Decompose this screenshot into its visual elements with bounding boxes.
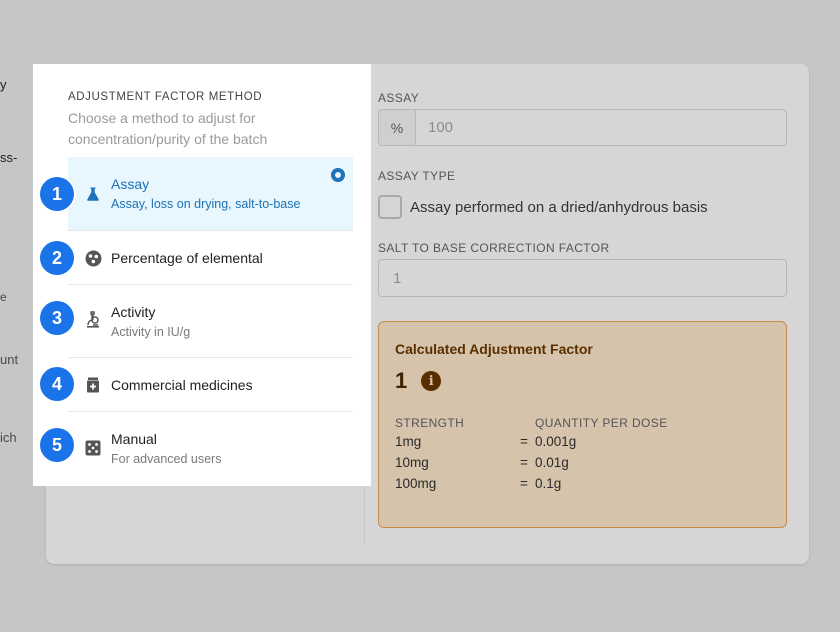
anhydrous-basis-label[interactable]: Assay performed on a dried/anhydrous bas… [410,199,708,216]
method-option-percentage-elemental[interactable]: Percentage of elemental [68,231,353,285]
method-option-commercial-medicines[interactable]: Commercial medicines [68,358,353,412]
table-row: 10mg = 0.01g [395,455,775,473]
assay-label: ASSAY [378,91,420,105]
popup-subtitle: Choose a method to adjust for concentrat… [68,110,268,147]
assay-type-checkbox-row[interactable]: Assay performed on a dried/anhydrous bas… [378,195,708,219]
method-option-manual[interactable]: Manual For advanced users [68,412,353,480]
molecule-icon [83,248,103,268]
calculated-factor-title: Calculated Adjustment Factor [395,341,593,357]
method-option-activity[interactable]: Activity Activity in IU/g [68,285,353,358]
quantity-cell: 0.01g [535,455,569,470]
background-text-fragment: unt [0,352,19,367]
strength-cell: 1mg [395,434,422,449]
background-text-fragment: y [0,77,7,92]
equals-cell: = [520,434,528,449]
quantity-cell: 0.001g [535,434,577,449]
background-text-fragment: ss- [0,150,18,165]
medicine-icon [83,375,103,395]
method-option-description: Activity in IU/g [111,325,191,339]
method-option-label: Commercial medicines [111,377,253,393]
salt-to-base-input[interactable]: 1 [378,259,787,297]
assay-type-label: ASSAY TYPE [378,169,456,183]
method-option-description: Assay, loss on drying, salt-to-base [111,197,301,211]
method-option-label: Activity [111,304,156,320]
strength-cell: 100mg [395,476,437,491]
table-row: 1mg = 0.001g [395,434,775,452]
step-badge-5: 5 [40,428,74,462]
anhydrous-basis-checkbox[interactable] [378,195,402,219]
flask-icon [83,184,103,204]
method-option-label: Percentage of elemental [111,250,263,266]
step-badge-1: 1 [40,177,74,211]
background-text-fragment: ich [0,430,17,445]
step-badge-4: 4 [40,367,74,401]
method-selection-popup: ADJUSTMENT FACTOR METHOD Choose a method… [33,64,371,486]
dice-icon [83,438,103,458]
method-option-description: For advanced users [111,452,222,466]
method-option-label: Manual [111,431,157,447]
microscope-icon [83,310,103,330]
step-badge-2: 2 [40,241,74,275]
calculated-factor-box: Calculated Adjustment Factor 1 i STRENGT… [378,321,787,528]
table-row: 100mg = 0.1g [395,476,775,494]
assay-percent-prefix: % [379,110,416,145]
selected-radio-icon [331,168,345,182]
calculated-factor-value: 1 i [395,368,442,394]
factor-value: 1 [395,368,408,393]
equals-cell: = [520,476,528,491]
equals-cell: = [520,455,528,470]
background-text-fragment: e [0,290,7,304]
strength-column-header: STRENGTH [395,416,465,430]
info-icon[interactable]: i [421,371,442,391]
assay-input[interactable]: % 100 [378,109,787,146]
popup-title: ADJUSTMENT FACTOR METHOD [68,91,263,103]
salt-to-base-label: SALT TO BASE CORRECTION FACTOR [378,241,610,255]
strength-cell: 10mg [395,455,429,470]
quantity-column-header: QUANTITY PER DOSE [535,416,668,430]
method-option-label: Assay [111,176,150,192]
method-option-assay[interactable]: Assay Assay, loss on drying, salt-to-bas… [68,157,353,231]
salt-to-base-placeholder: 1 [393,269,402,287]
quantity-cell: 0.1g [535,476,562,491]
assay-input-placeholder: 100 [428,119,454,136]
step-badge-3: 3 [40,301,74,335]
